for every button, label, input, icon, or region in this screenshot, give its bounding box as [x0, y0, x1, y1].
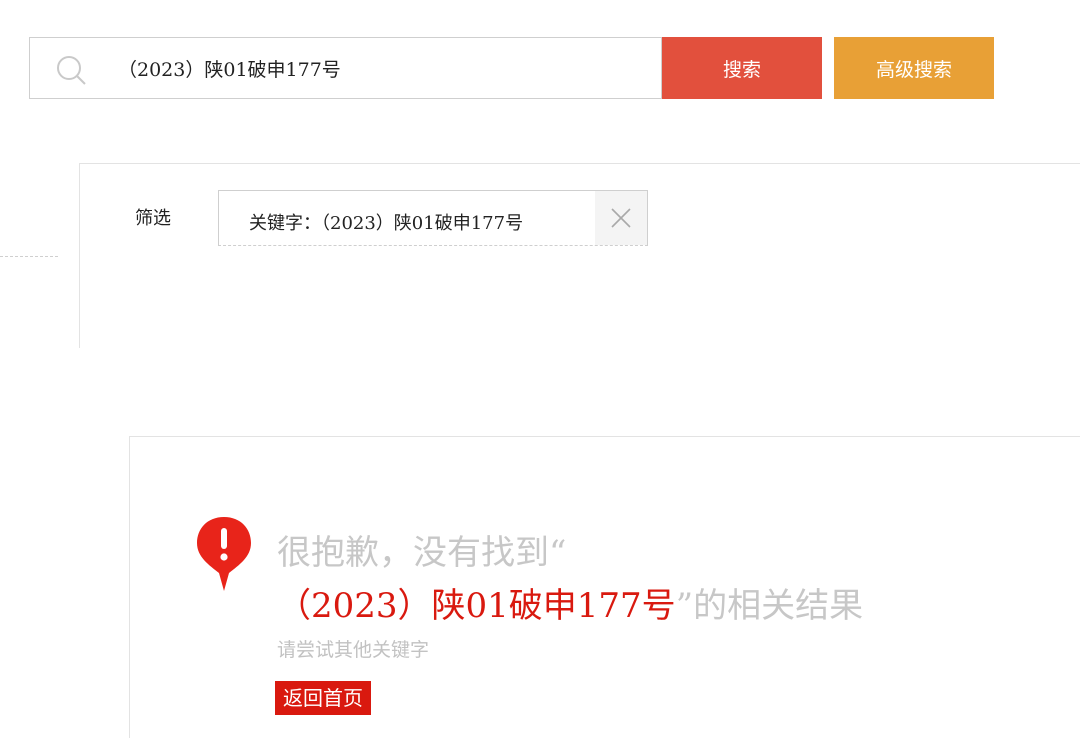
- search-input[interactable]: [118, 38, 648, 98]
- filter-panel: 筛选 关键字：（2023）陕01破申177号: [79, 163, 1080, 348]
- hint-text: 请尝试其他关键字: [277, 639, 430, 661]
- filter-chip-keyword: 关键字：（2023）陕01破申177号: [218, 190, 648, 246]
- advanced-search-button[interactable]: 高级搜索: [834, 37, 994, 99]
- alert-icon: [193, 513, 255, 595]
- search-icon: [54, 53, 90, 89]
- divider: [0, 256, 58, 257]
- close-icon: [611, 208, 631, 228]
- search-box[interactable]: [29, 37, 662, 99]
- filter-chip-text: 关键字：（2023）陕01破申177号: [249, 213, 524, 234]
- no-result-message: 很抱歉，没有找到“: [277, 533, 567, 573]
- no-result-suffix: ”的相关结果: [675, 586, 864, 626]
- searched-keyword: （2023）陕01破申177号: [277, 586, 676, 626]
- remove-filter-button[interactable]: [595, 191, 647, 245]
- filter-label: 筛选: [135, 208, 171, 229]
- search-button[interactable]: 搜索: [662, 37, 822, 99]
- search-results-page: 搜索 高级搜索 筛选 关键字：（2023）陕01破申177号 很抱歉，没有找到“…: [0, 0, 1080, 738]
- result-panel: 很抱歉，没有找到“ （2023）陕01破申177号”的相关结果 请尝试其他关键字…: [129, 436, 1080, 738]
- no-result-message-line2: （2023）陕01破申177号”的相关结果: [277, 578, 863, 627]
- back-home-button[interactable]: 返回首页: [275, 681, 371, 715]
